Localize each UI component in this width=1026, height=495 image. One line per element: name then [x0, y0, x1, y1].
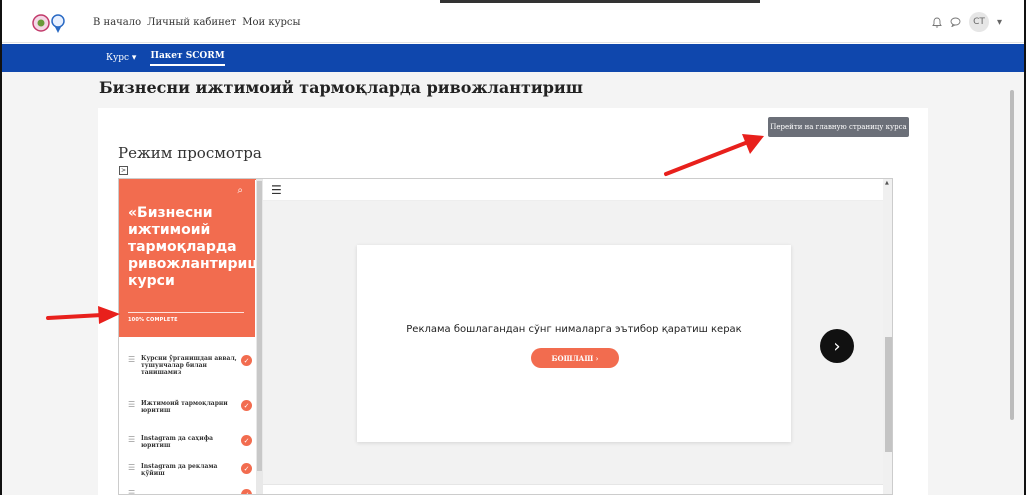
lesson-label: Ижтимоий тармоқларни юритиш — [141, 400, 228, 414]
lesson-list-icon: ☰ — [128, 435, 136, 444]
scorm-sidebar: ⌕ «Бизнесни ижтимоий тармоқларда ривожла… — [119, 179, 272, 495]
scroll-up-arrow-icon[interactable]: ▲ — [885, 180, 889, 186]
start-lesson-button[interactable]: БОШЛАШ › — [531, 348, 619, 368]
lesson-item[interactable]: ☰ Ижтимоий тармоқларни юритиш ✓ — [128, 400, 252, 414]
bell-icon[interactable] — [932, 17, 942, 28]
start-button-label: БОШЛАШ — [551, 353, 594, 363]
lesson-item[interactable]: ☰ Курсни ўрганишдан аввал, тушунчалар би… — [128, 355, 252, 376]
progress-label: 100% COMPLETE — [128, 317, 178, 323]
view-mode-title: Режим просмотра — [118, 144, 262, 162]
content-scrollbar-thumb[interactable] — [885, 337, 892, 452]
scorm-player: ⌕ «Бизнесни ижтимоий тармоқларда ривожла… — [118, 178, 893, 495]
nav-link-my-courses[interactable]: Мои курсы — [242, 17, 300, 28]
page-title: Бизнесни ижтимоий тармоқларда ривожланти… — [99, 78, 583, 97]
lesson-list-icon: ☰ — [128, 400, 136, 409]
check-icon: ✓ — [241, 435, 252, 446]
toggle-toc-button[interactable]: > — [119, 166, 128, 175]
lesson-card: Реклама бошлагандан сўнг нималарга эътиб… — [357, 245, 791, 442]
page-scrollbar[interactable] — [1010, 90, 1014, 420]
nav-link-home[interactable]: В начало — [93, 17, 141, 28]
top-navbar: В начало Личный кабинет Мои курсы СТ ▾ — [2, 3, 1024, 43]
tab-scorm-package[interactable]: Пакет SCORM — [150, 51, 225, 66]
goto-course-main-button[interactable]: Перейти на главную страницу курса — [768, 117, 909, 137]
check-icon: ✓ — [241, 463, 252, 474]
search-icon[interactable]: ⌕ — [237, 185, 243, 196]
lesson-list-icon: ☰ — [128, 355, 136, 364]
lesson-list-icon: ☰ — [128, 463, 136, 472]
check-icon: ✓ — [241, 400, 252, 411]
chevron-down-icon[interactable]: ▾ — [997, 17, 1002, 28]
nav-link-dashboard[interactable]: Личный кабинет — [147, 17, 236, 28]
user-avatar[interactable]: СТ — [968, 12, 989, 32]
check-icon: ✓ — [241, 489, 252, 494]
lesson-heading: Реклама бошлагандан сўнг нималарга эътиб… — [406, 324, 742, 335]
course-title: «Бизнесни ижтимоий тармоқларда ривожлант… — [128, 205, 272, 289]
next-arrow-button[interactable]: › — [820, 329, 854, 363]
lesson-list-icon: ☰ — [128, 489, 136, 495]
site-logo-icon[interactable] — [31, 12, 71, 34]
hamburger-menu-icon[interactable]: ☰ — [271, 183, 282, 197]
lesson-item[interactable]: ☰ Instagram да саҳифа юритиш ✓ — [128, 435, 252, 449]
lesson-label: Instagram да саҳифа юритиш — [141, 435, 214, 449]
lesson-label: Курсни ўрганишдан аввал, тушунчалар била… — [141, 355, 237, 376]
chevron-right-icon: › — [593, 353, 599, 363]
lesson-label: Instagram да реклама қўйиш — [141, 463, 218, 477]
lesson-item-partial[interactable]: ☰ ✓ — [128, 489, 252, 495]
course-menu[interactable]: Курс ▾ — [106, 53, 136, 63]
check-icon: ✓ — [241, 355, 252, 366]
sidebar-header: ⌕ «Бизнесни ижтимоий тармоқларда ривожла… — [119, 179, 272, 337]
progress-bar — [128, 312, 244, 313]
lesson-item[interactable]: ☰ Instagram да реклама қўйиш ✓ — [128, 463, 252, 477]
sidebar-scrollbar-thumb[interactable] — [257, 181, 262, 471]
content-bottom-bar — [263, 484, 883, 494]
content-toolbar: ☰ — [263, 179, 883, 201]
secondary-navbar: Курс ▾ Пакет SCORM — [2, 44, 1024, 72]
chat-icon[interactable] — [950, 17, 961, 27]
